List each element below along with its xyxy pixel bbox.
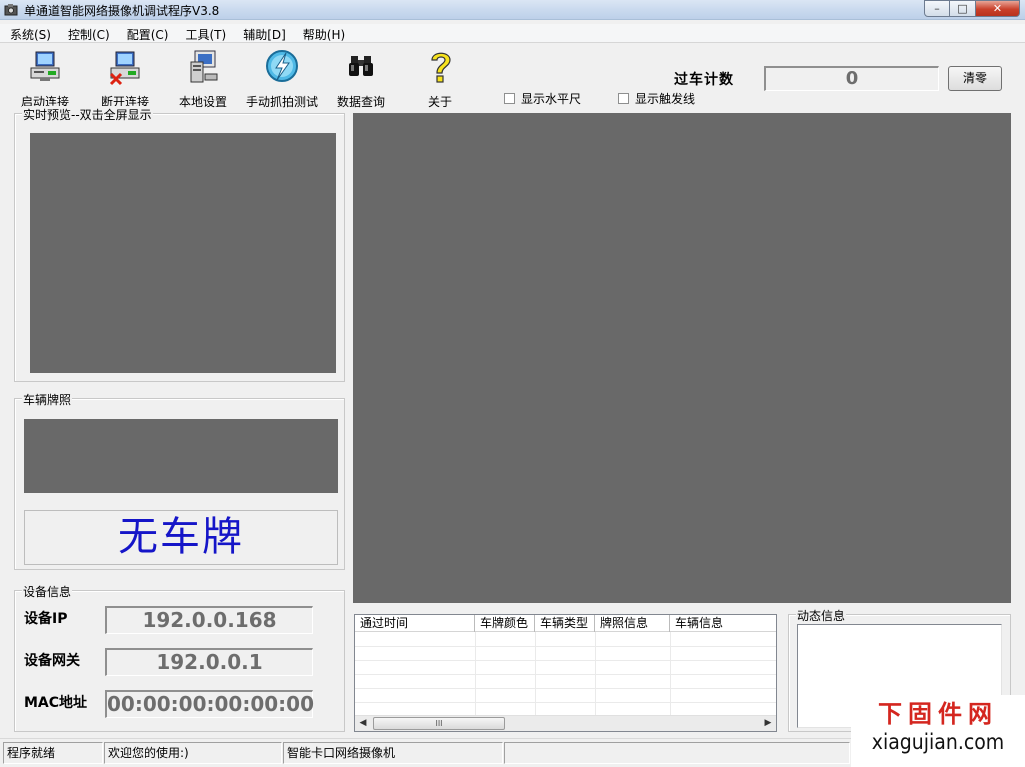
plate-text: 无车牌 [118, 514, 244, 560]
plate-legend: 车辆牌照 [22, 391, 73, 408]
plate-image [24, 419, 338, 493]
scroll-left-icon[interactable]: ◀ [355, 716, 371, 731]
device-ip-field: 192.0.0.168 [105, 606, 313, 634]
menu-help[interactable]: 帮助(H) [293, 24, 352, 42]
status-welcome: 欢迎您的使用:) [104, 742, 282, 764]
column-vehicle-type[interactable]: 车辆类型 [535, 615, 595, 632]
plate-text-box: 无车牌 [24, 510, 338, 565]
grid-line [355, 674, 776, 675]
local-settings-icon [190, 50, 218, 83]
records-table[interactable]: 通过时间 车牌颜色 车辆类型 牌照信息 车辆信息 ◀ III ▶ [354, 614, 777, 732]
scroll-thumb[interactable]: III [373, 717, 505, 730]
local-settings-button[interactable]: 本地设置 [176, 48, 230, 110]
watermark-cn: 下固件网 [878, 700, 998, 728]
window-title: 单通道智能网络摄像机调试程序V3.8 [24, 4, 220, 18]
column-plate-color[interactable]: 车牌颜色 [475, 615, 535, 632]
mac-address-label: MAC地址 [24, 695, 88, 711]
about-label: 关于 [427, 95, 452, 109]
maximize-button[interactable]: □ [950, 0, 976, 17]
column-pass-time[interactable]: 通过时间 [355, 615, 475, 632]
status-ready: 程序就绪 [3, 742, 103, 764]
data-query-button[interactable]: 数据查询 [334, 48, 388, 110]
show-level-checkbox[interactable]: 显示水平尺 [504, 90, 581, 107]
about-button[interactable]: 关于 [418, 48, 462, 110]
manual-capture-label: 手动抓拍测试 [245, 95, 318, 109]
column-plate-info[interactable]: 牌照信息 [595, 615, 670, 632]
disconnect-icon [109, 51, 140, 86]
grid-line [670, 632, 671, 716]
vehicle-count-value: 0 [764, 66, 939, 91]
column-vehicle-info[interactable]: 车辆信息 [670, 615, 776, 632]
dynamic-info-legend: 动态信息 [796, 607, 847, 624]
menu-tools[interactable]: 工具(T) [175, 24, 233, 42]
watermark: 下固件网 xiagujian.com [851, 695, 1025, 767]
help-icon [431, 52, 451, 83]
main-video-display[interactable] [353, 113, 1011, 603]
menu-system[interactable]: 系统(S) [0, 24, 58, 42]
show-trigger-box[interactable] [618, 93, 629, 104]
grid-line [355, 702, 776, 703]
manual-capture-icon [266, 50, 298, 82]
table-header: 通过时间 车牌颜色 车辆类型 牌照信息 车辆信息 [355, 615, 776, 632]
title-bar: 单通道智能网络摄像机调试程序V3.8 – □ ✕ [0, 0, 1025, 20]
show-level-box[interactable] [504, 93, 515, 104]
status-device-type: 智能卡口网络摄像机 [283, 742, 503, 764]
horizontal-scrollbar[interactable]: ◀ III ▶ [355, 715, 776, 731]
grid-line [355, 646, 776, 647]
grid-line [355, 688, 776, 689]
connect-button[interactable]: 启动连接 [16, 48, 74, 110]
preview-legend: 实时预览--双击全屏显示 [22, 106, 153, 123]
vehicle-count-label: 过车计数 [674, 72, 734, 88]
camera-icon [4, 4, 18, 16]
watermark-url: xiagujian.com [871, 730, 1005, 754]
scroll-right-icon[interactable]: ▶ [760, 716, 776, 731]
minimize-button[interactable]: – [924, 0, 950, 17]
disconnect-button[interactable]: 断开连接 [96, 48, 154, 110]
device-ip-label: 设备IP [24, 611, 68, 627]
show-trigger-checkbox[interactable]: 显示触发线 [618, 90, 695, 107]
grid-line [595, 632, 596, 716]
status-empty [504, 742, 850, 764]
close-button[interactable]: ✕ [976, 0, 1020, 17]
grid-line [475, 632, 476, 716]
data-query-label: 数据查询 [336, 95, 385, 109]
device-gateway-field: 192.0.0.1 [105, 648, 313, 676]
menu-assist[interactable]: 辅助[D] [233, 24, 293, 42]
live-preview-video[interactable] [30, 133, 336, 373]
binoculars-icon [349, 56, 373, 76]
clear-count-button[interactable]: 清零 [948, 66, 1002, 91]
menu-config[interactable]: 配置(C) [117, 24, 176, 42]
menu-bar: 系统(S) 控制(C) 配置(C) 工具(T) 辅助[D] 帮助(H) [0, 24, 1025, 43]
device-info-legend: 设备信息 [22, 583, 73, 600]
show-level-label: 显示水平尺 [521, 92, 582, 106]
local-settings-label: 本地设置 [178, 95, 227, 109]
connect-icon [30, 51, 60, 81]
show-trigger-label: 显示触发线 [635, 92, 696, 106]
device-gateway-label: 设备网关 [24, 653, 80, 669]
grid-line [535, 632, 536, 716]
mac-address-field: 00:00:00:00:00:00 [105, 690, 314, 718]
manual-capture-button[interactable]: 手动抓拍测试 [244, 48, 320, 110]
grid-line [355, 660, 776, 661]
menu-control[interactable]: 控制(C) [58, 24, 117, 42]
